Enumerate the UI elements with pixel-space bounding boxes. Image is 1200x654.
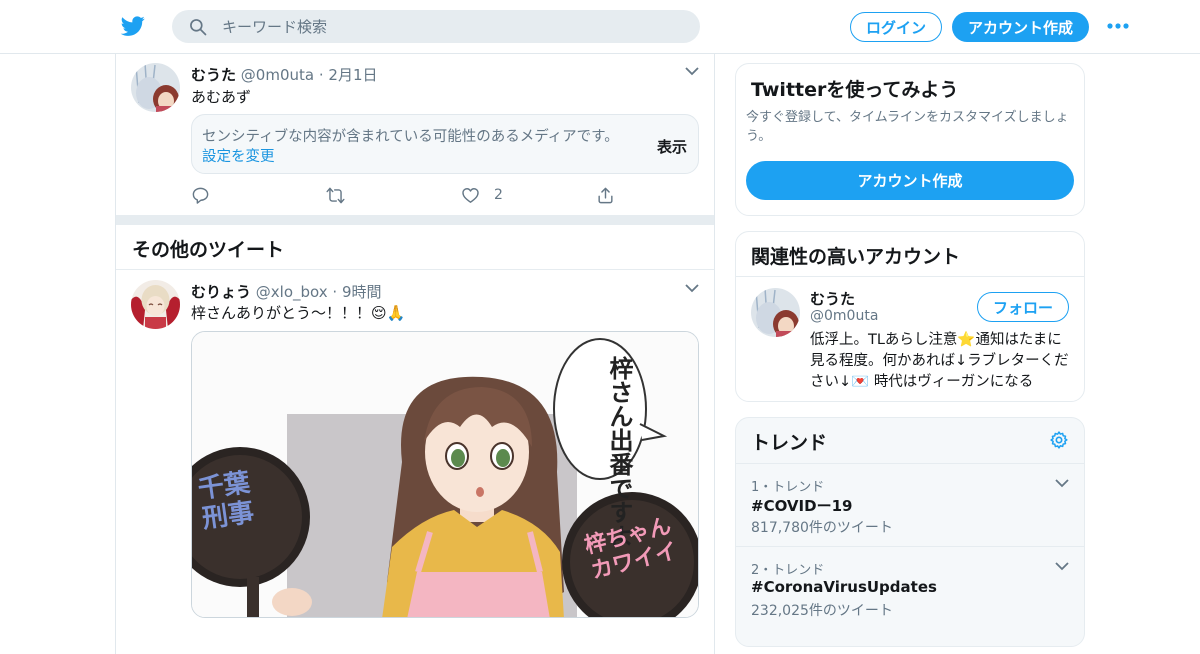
author-name[interactable]: むうた — [191, 66, 236, 84]
search-box[interactable] — [172, 10, 700, 43]
like-button[interactable]: 2 — [461, 185, 503, 205]
gear-icon[interactable] — [1049, 430, 1069, 450]
author-handle[interactable]: @0m0uta — [241, 66, 314, 84]
avatar[interactable] — [131, 280, 180, 329]
trends-title: トレンド — [751, 432, 828, 454]
try-twitter-title: Twitterを使ってみよう — [751, 79, 959, 101]
avatar-image — [751, 288, 800, 337]
tweet-time[interactable]: 9時間 — [342, 283, 382, 301]
show-media-button[interactable]: 表示 — [657, 136, 687, 157]
divider — [116, 269, 714, 270]
change-settings-link[interactable]: 設定を変更 — [202, 145, 275, 166]
search-icon — [190, 19, 207, 36]
account-name[interactable]: むうた — [810, 288, 855, 309]
signup-button[interactable]: アカウント作成 — [952, 12, 1089, 42]
author-handle[interactable]: @xlo_box — [256, 283, 328, 301]
trend-item[interactable]: 2・トレンド #CoronaVirusUpdates 232,025件のツイート — [736, 546, 1084, 629]
account-handle[interactable]: @0m0uta — [810, 308, 878, 324]
follow-button[interactable]: フォロー — [977, 292, 1069, 322]
tweet-text: 梓さんありがとう～！！！😌🙏 — [191, 304, 406, 322]
search-input[interactable] — [222, 10, 682, 43]
fan-sign-left-text: 千葉刑事 — [196, 467, 257, 535]
try-twitter-description: 今すぐ登録して、タイムラインをカスタマイズしましょう。 — [746, 110, 1069, 144]
create-account-button[interactable]: アカウント作成 — [746, 161, 1074, 200]
trend-tweet-count: 232,025件のツイート — [751, 603, 893, 619]
sensitive-media-notice: センシティブな内容が含まれている可能性のあるメディアです。 設定を変更 表示 — [191, 114, 699, 174]
reply-button[interactable] — [191, 185, 210, 205]
chevron-down-icon[interactable] — [1054, 561, 1070, 571]
like-count: 2 — [494, 187, 503, 203]
tweet-header: むうた @0m0uta · 2月1日 — [191, 64, 378, 85]
trend-hashtag[interactable]: #COVIDー19 — [751, 495, 852, 516]
related-accounts-card: 関連性の高いアカウント むうた @0m0uta フォロー 低浮上。TLあらし注意… — [735, 231, 1085, 402]
tweet-header: むりょう @xlo_box · 9時間 — [191, 281, 382, 302]
trend-item[interactable]: 1・トレンド #COVIDー19 817,780件のツイート — [736, 463, 1084, 546]
twitter-bird-logo-icon[interactable] — [120, 14, 146, 38]
chevron-down-icon[interactable] — [684, 66, 700, 76]
avatar[interactable] — [751, 288, 800, 337]
avatar-image — [131, 280, 180, 329]
related-accounts-title: 関連性の高いアカウント — [751, 246, 961, 268]
trend-rank: 1・トレンド — [751, 480, 825, 495]
dot-separator: · — [332, 283, 338, 301]
tweet-media-image[interactable]: 梓さん出番ですよ 千葉刑事 梓ちゃんカワイイ — [191, 331, 699, 618]
more-tweets-heading: その他のツイート — [132, 239, 285, 261]
divider — [736, 276, 1084, 277]
main-timeline-column: むうた @0m0uta · 2月1日 あむあず センシティブな内容が含まれている… — [115, 54, 715, 654]
speech-bubble-text: 梓さん出番ですよ — [605, 356, 633, 548]
trends-card: トレンド 1・トレンド #COVIDー19 817,780件のツイート 2・トレ… — [735, 417, 1085, 647]
chevron-down-icon[interactable] — [684, 283, 700, 293]
tweet-text: あむあず — [191, 88, 252, 106]
login-button[interactable]: ログイン — [850, 12, 942, 42]
top-navigation-bar: ログイン アカウント作成 — [0, 0, 1200, 54]
section-divider — [116, 215, 714, 225]
avatar-image — [131, 63, 180, 112]
trend-rank: 2・トレンド — [751, 563, 825, 578]
dot-separator: · — [318, 66, 324, 84]
retweet-button[interactable] — [326, 185, 345, 205]
try-twitter-card: Twitterを使ってみよう 今すぐ登録して、タイムラインをカスタマイズしましょ… — [735, 63, 1085, 216]
sensitive-message: センシティブな内容が含まれている可能性のあるメディアです。 — [202, 129, 619, 145]
reply-icon — [192, 187, 209, 204]
chevron-down-icon[interactable] — [1054, 478, 1070, 488]
author-name[interactable]: むりょう — [191, 283, 251, 301]
heart-icon — [462, 187, 479, 203]
tweet-actions: 2 — [191, 185, 613, 205]
share-icon — [598, 187, 613, 203]
more-options-icon[interactable] — [1106, 20, 1130, 32]
account-bio: 低浮上。TLあらし注意⭐通知はたまに見る程度。何かあれば↓ラブレターください↓💌… — [810, 332, 1069, 390]
trend-tweet-count: 817,780件のツイート — [751, 520, 893, 536]
share-button[interactable] — [596, 185, 615, 205]
trend-hashtag[interactable]: #CoronaVirusUpdates — [751, 578, 937, 596]
retweet-icon — [326, 187, 345, 203]
tweet-date[interactable]: 2月1日 — [328, 66, 377, 84]
avatar[interactable] — [131, 63, 180, 112]
